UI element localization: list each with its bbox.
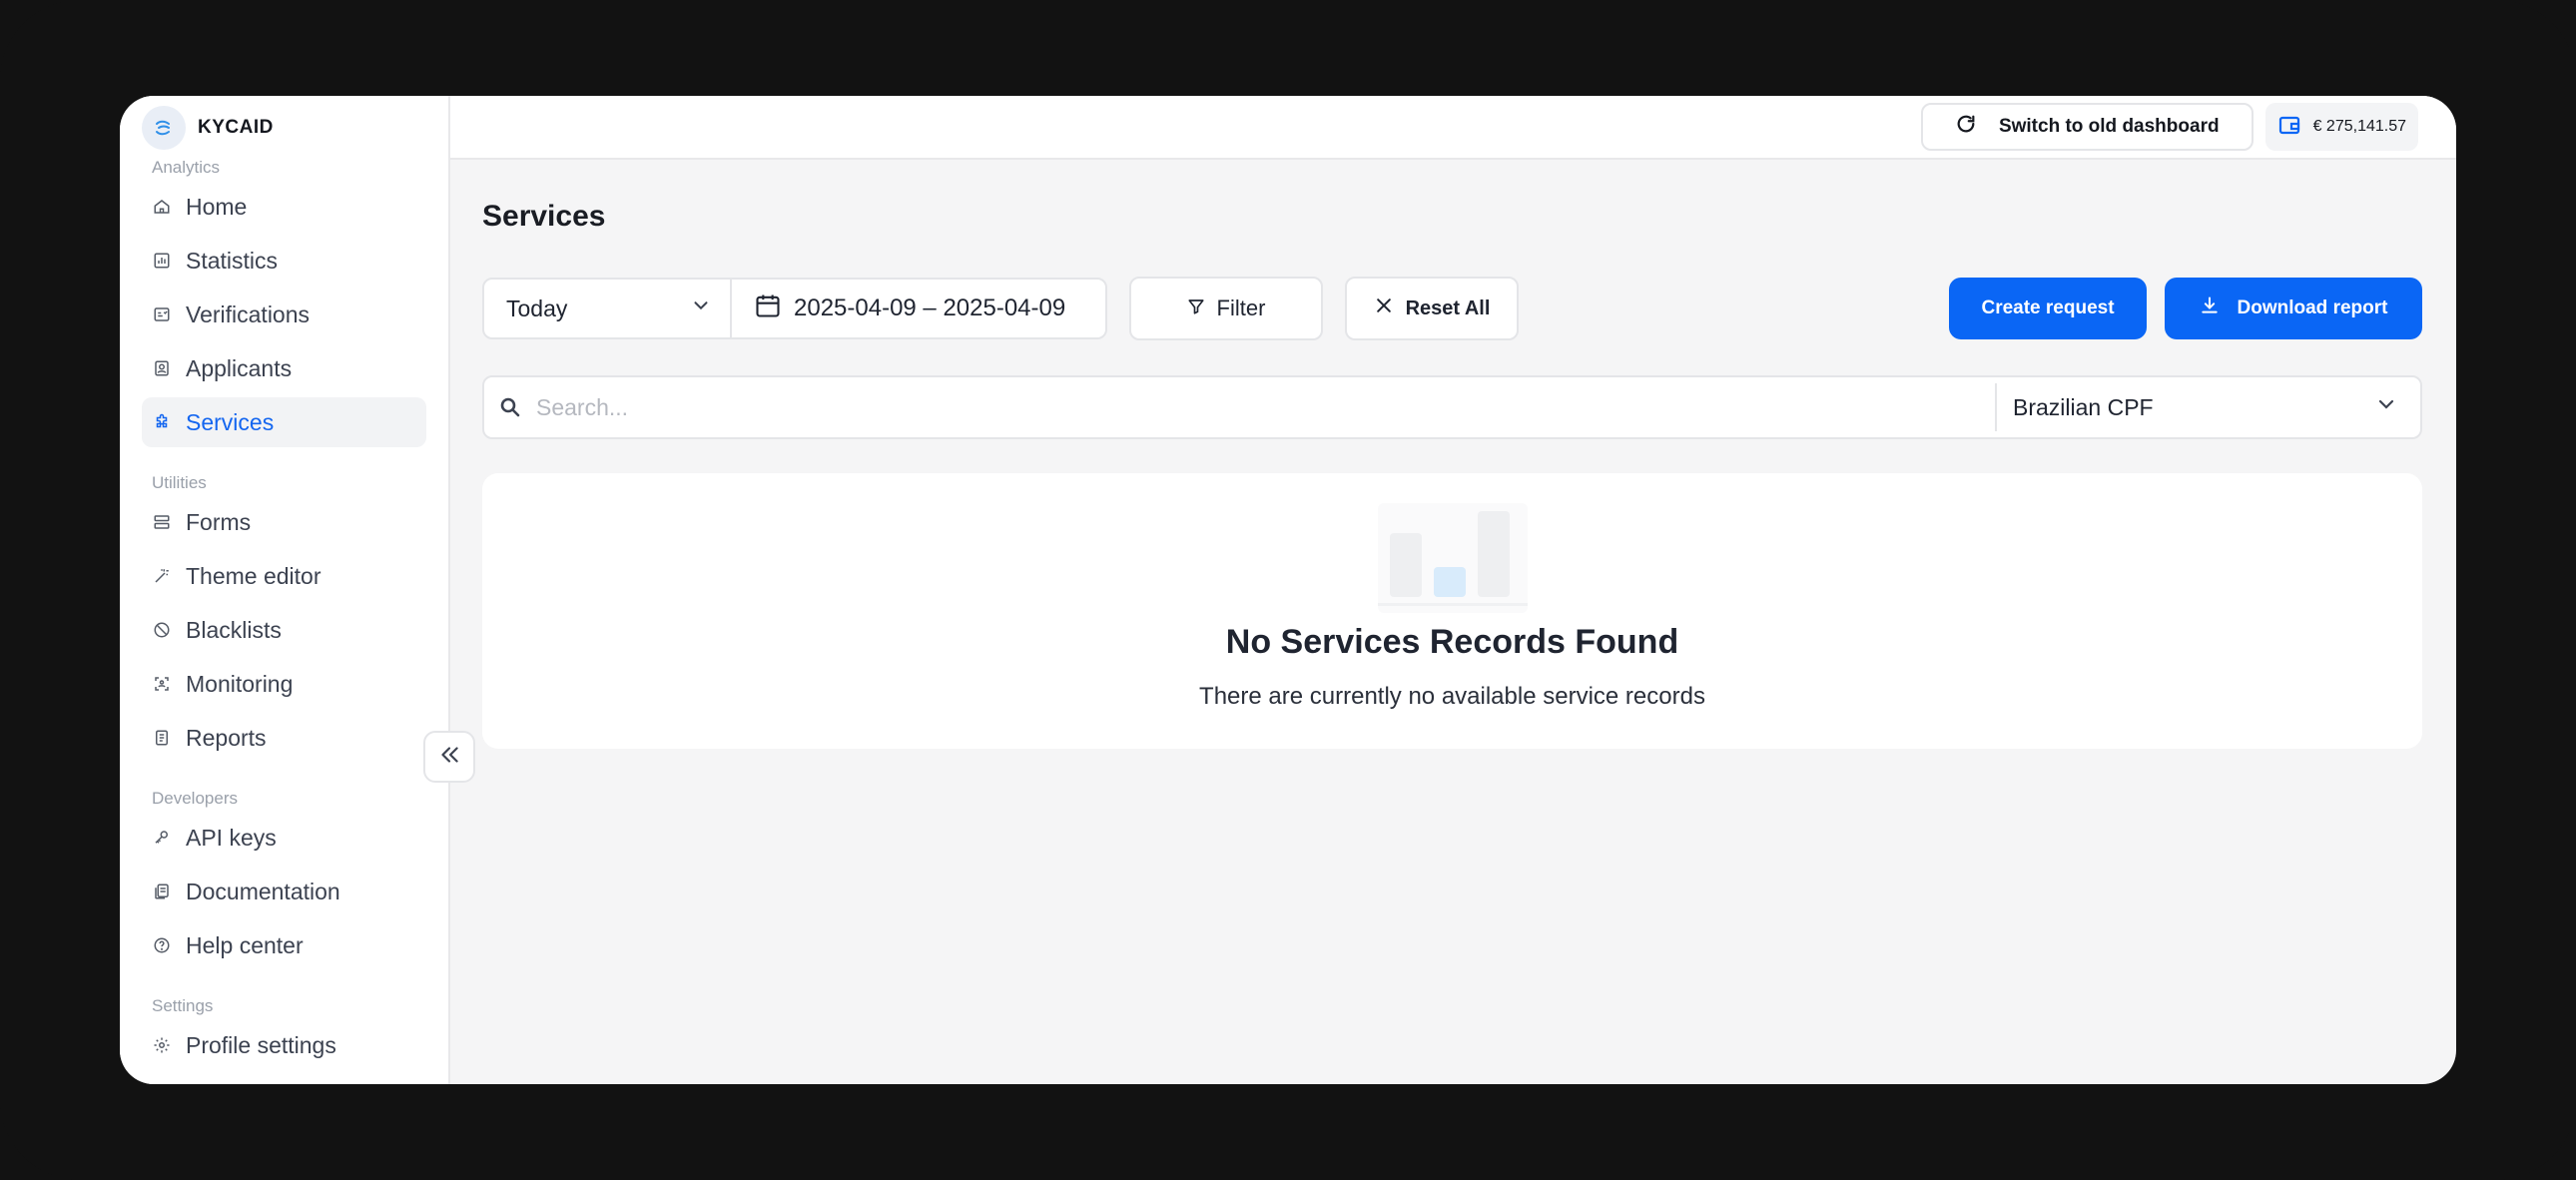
reset-all-button[interactable]: Reset All [1345, 277, 1519, 340]
sidebar-item-label: Blacklists [186, 616, 282, 643]
empty-state-subtitle: There are currently no available service… [1199, 683, 1705, 710]
gear-icon [152, 1035, 172, 1055]
sidebar-item-help-center[interactable]: Help center [142, 920, 426, 970]
document-type-value: Brazilian CPF [2013, 393, 2154, 420]
key-icon [152, 828, 172, 848]
docs-icon [152, 882, 172, 901]
brand[interactable]: KYCAID [142, 96, 426, 154]
filter-label: Filter [1216, 295, 1266, 320]
switch-dashboard-button[interactable]: Switch to old dashboard [1920, 103, 2254, 151]
home-icon [152, 197, 172, 217]
switch-dashboard-label: Switch to old dashboard [1998, 116, 2220, 137]
document-type-select[interactable]: Brazilian CPF [1995, 383, 2420, 431]
sidebar-item-applicants[interactable]: Applicants [142, 343, 426, 393]
puzzle-icon [152, 412, 172, 432]
download-icon [2200, 295, 2220, 321]
report-icon [152, 728, 172, 748]
empty-chart-illustration-icon [1377, 503, 1528, 618]
sidebar-item-label: Monitoring [186, 670, 294, 697]
sidebar-item-blacklists[interactable]: Blacklists [142, 605, 426, 655]
range-preset-select[interactable]: Today [484, 280, 732, 337]
sidebar-item-monitoring[interactable]: Monitoring [142, 659, 426, 709]
id-card-icon [152, 304, 172, 324]
balance-value: € 275,141.57 [2312, 118, 2406, 135]
double-chevron-left-icon [436, 742, 462, 773]
create-request-button[interactable]: Create request [1949, 278, 2147, 339]
sidebar-item-label: Applicants [186, 354, 293, 381]
filter-button[interactable]: Filter [1129, 277, 1323, 340]
device-frame: KYCAID Analytics Home Statistics Verific… [0, 0, 2576, 1180]
create-request-label: Create request [1981, 297, 2115, 318]
calendar-icon [754, 292, 782, 326]
sidebar-item-api-keys[interactable]: API keys [142, 813, 426, 863]
ban-icon [152, 620, 172, 640]
sidebar-item-services[interactable]: Services [142, 397, 426, 447]
sidebar-item-label: Reports [186, 724, 267, 751]
sidebar-item-label: Theme editor [186, 562, 322, 589]
sidebar-item-profile-settings[interactable]: Profile settings [142, 1020, 426, 1070]
sidebar-item-reports[interactable]: Reports [142, 713, 426, 763]
search-bar: Brazilian CPF [482, 375, 2422, 439]
toolbar: Today 2025-04-09 – 2025-04-09 Filter Res… [482, 277, 2422, 340]
sidebar-item-label: API keys [186, 824, 277, 851]
section-label-developers: Developers [152, 789, 238, 808]
sidebar-item-forms[interactable]: Forms [142, 497, 426, 547]
date-range-group: Today 2025-04-09 – 2025-04-09 [482, 278, 1107, 339]
chevron-down-icon [690, 295, 712, 322]
reset-all-label: Reset All [1405, 296, 1491, 319]
sidebar-item-label: Profile settings [186, 1031, 336, 1058]
sidebar-item-label: Forms [186, 508, 252, 535]
close-icon [1374, 295, 1394, 321]
page-title: Services [482, 200, 606, 233]
section-label-analytics: Analytics [152, 158, 221, 177]
search-input[interactable] [536, 377, 1995, 437]
sidebar-item-label: Statistics [186, 247, 279, 274]
sidebar-item-documentation[interactable]: Documentation [142, 867, 426, 916]
download-report-button[interactable]: Download report [2165, 278, 2422, 339]
form-icon [152, 512, 172, 532]
sidebar-item-label: Documentation [186, 878, 340, 904]
date-range-input[interactable]: 2025-04-09 – 2025-04-09 [732, 280, 1105, 337]
sidebar-item-statistics[interactable]: Statistics [142, 236, 426, 286]
help-icon [152, 935, 172, 955]
magic-wand-icon [152, 566, 172, 586]
empty-state-title: No Services Records Found [1225, 623, 1679, 661]
sidebar-item-label: Help center [186, 931, 304, 958]
collapse-sidebar-button[interactable] [423, 731, 475, 783]
sidebar-item-theme-editor[interactable]: Theme editor [142, 551, 426, 601]
user-badge-icon [152, 358, 172, 378]
section-label-utilities: Utilities [152, 473, 207, 492]
search-icon [484, 395, 536, 419]
main-content: Switch to old dashboard € 275,141.57 Ser… [450, 96, 2456, 1084]
brand-name: KYCAID [198, 117, 274, 138]
app-window: KYCAID Analytics Home Statistics Verific… [120, 96, 2456, 1084]
sidebar-item-label: Verifications [186, 300, 311, 327]
topbar: Switch to old dashboard € 275,141.57 [450, 96, 2456, 160]
chevron-down-icon [2374, 392, 2398, 422]
sidebar-item-home[interactable]: Home [142, 182, 426, 232]
wallet-icon [2277, 113, 2301, 142]
download-report-label: Download report [2237, 297, 2388, 318]
balance-badge[interactable]: € 275,141.57 [2264, 103, 2418, 151]
refresh-icon [1955, 113, 1977, 141]
sidebar-item-verifications[interactable]: Verifications [142, 290, 426, 339]
sidebar-item-label: Home [186, 193, 248, 220]
scan-icon [152, 674, 172, 694]
range-preset-value: Today [506, 295, 568, 321]
sidebar-item-label: Services [186, 408, 275, 435]
empty-state-card: No Services Records Found There are curr… [482, 473, 2422, 749]
chart-icon [152, 251, 172, 271]
section-label-settings: Settings [152, 996, 214, 1015]
date-range-value: 2025-04-09 – 2025-04-09 [794, 295, 1066, 321]
filter-icon [1187, 295, 1205, 321]
brand-logo-icon [142, 106, 186, 150]
sidebar: KYCAID Analytics Home Statistics Verific… [120, 96, 450, 1084]
